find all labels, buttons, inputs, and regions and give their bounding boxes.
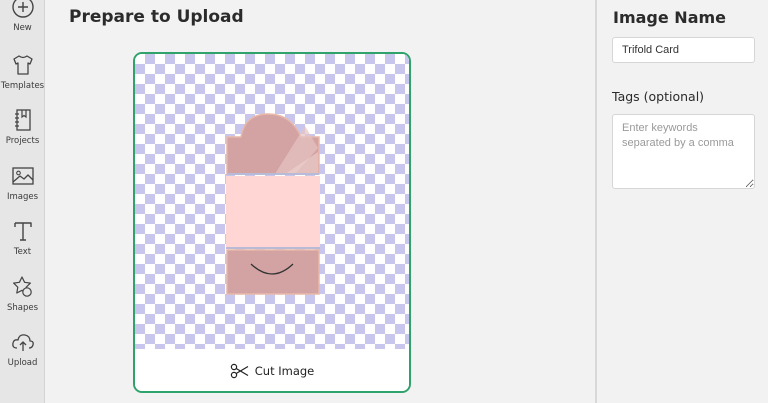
image-preview-card: Cut Image <box>133 52 411 393</box>
cloud-upload-icon <box>11 334 34 351</box>
transparency-checkerboard <box>135 54 409 349</box>
sidebar-item-label: Images <box>6 192 39 202</box>
sidebar-item-templates[interactable]: Templates <box>0 52 45 104</box>
cut-image-label: Cut Image <box>254 364 315 378</box>
sidebar-item-shapes[interactable]: Shapes <box>0 274 45 326</box>
image-name-input[interactable] <box>612 37 755 63</box>
tags-label: Tags (optional) <box>612 89 705 104</box>
sidebar-item-label: Projects <box>5 136 40 146</box>
tags-input[interactable] <box>612 114 755 189</box>
sidebar-item-label: New <box>13 23 32 33</box>
notebook-icon <box>14 109 31 131</box>
scissors-icon <box>230 363 249 379</box>
sidebar-item-images[interactable]: Images <box>0 163 45 215</box>
trifold-card-image <box>226 113 320 295</box>
cut-image-option[interactable]: Cut Image <box>135 349 409 391</box>
sidebar-item-label: Text <box>13 247 32 257</box>
image-name-heading: Image Name <box>613 8 727 27</box>
shapes-icon <box>12 276 32 297</box>
plus-circle-icon <box>11 0 34 18</box>
tshirt-icon <box>12 55 33 75</box>
left-toolbar: New Templates Projects Images Text Shape… <box>0 0 45 403</box>
page-title: Prepare to Upload <box>69 7 244 27</box>
image-icon <box>11 167 34 185</box>
image-details-panel: Image Name Tags (optional) <box>597 0 768 403</box>
sidebar-item-upload[interactable]: Upload <box>0 329 45 381</box>
sidebar-item-label: Templates <box>0 81 45 91</box>
text-t-icon <box>13 222 32 241</box>
sidebar-item-label: Shapes <box>6 303 39 313</box>
sidebar-item-projects[interactable]: Projects <box>0 107 45 159</box>
sidebar-item-text[interactable]: Text <box>0 218 45 270</box>
sidebar-item-label: Upload <box>7 358 38 368</box>
sidebar-item-new[interactable]: New <box>0 0 45 46</box>
